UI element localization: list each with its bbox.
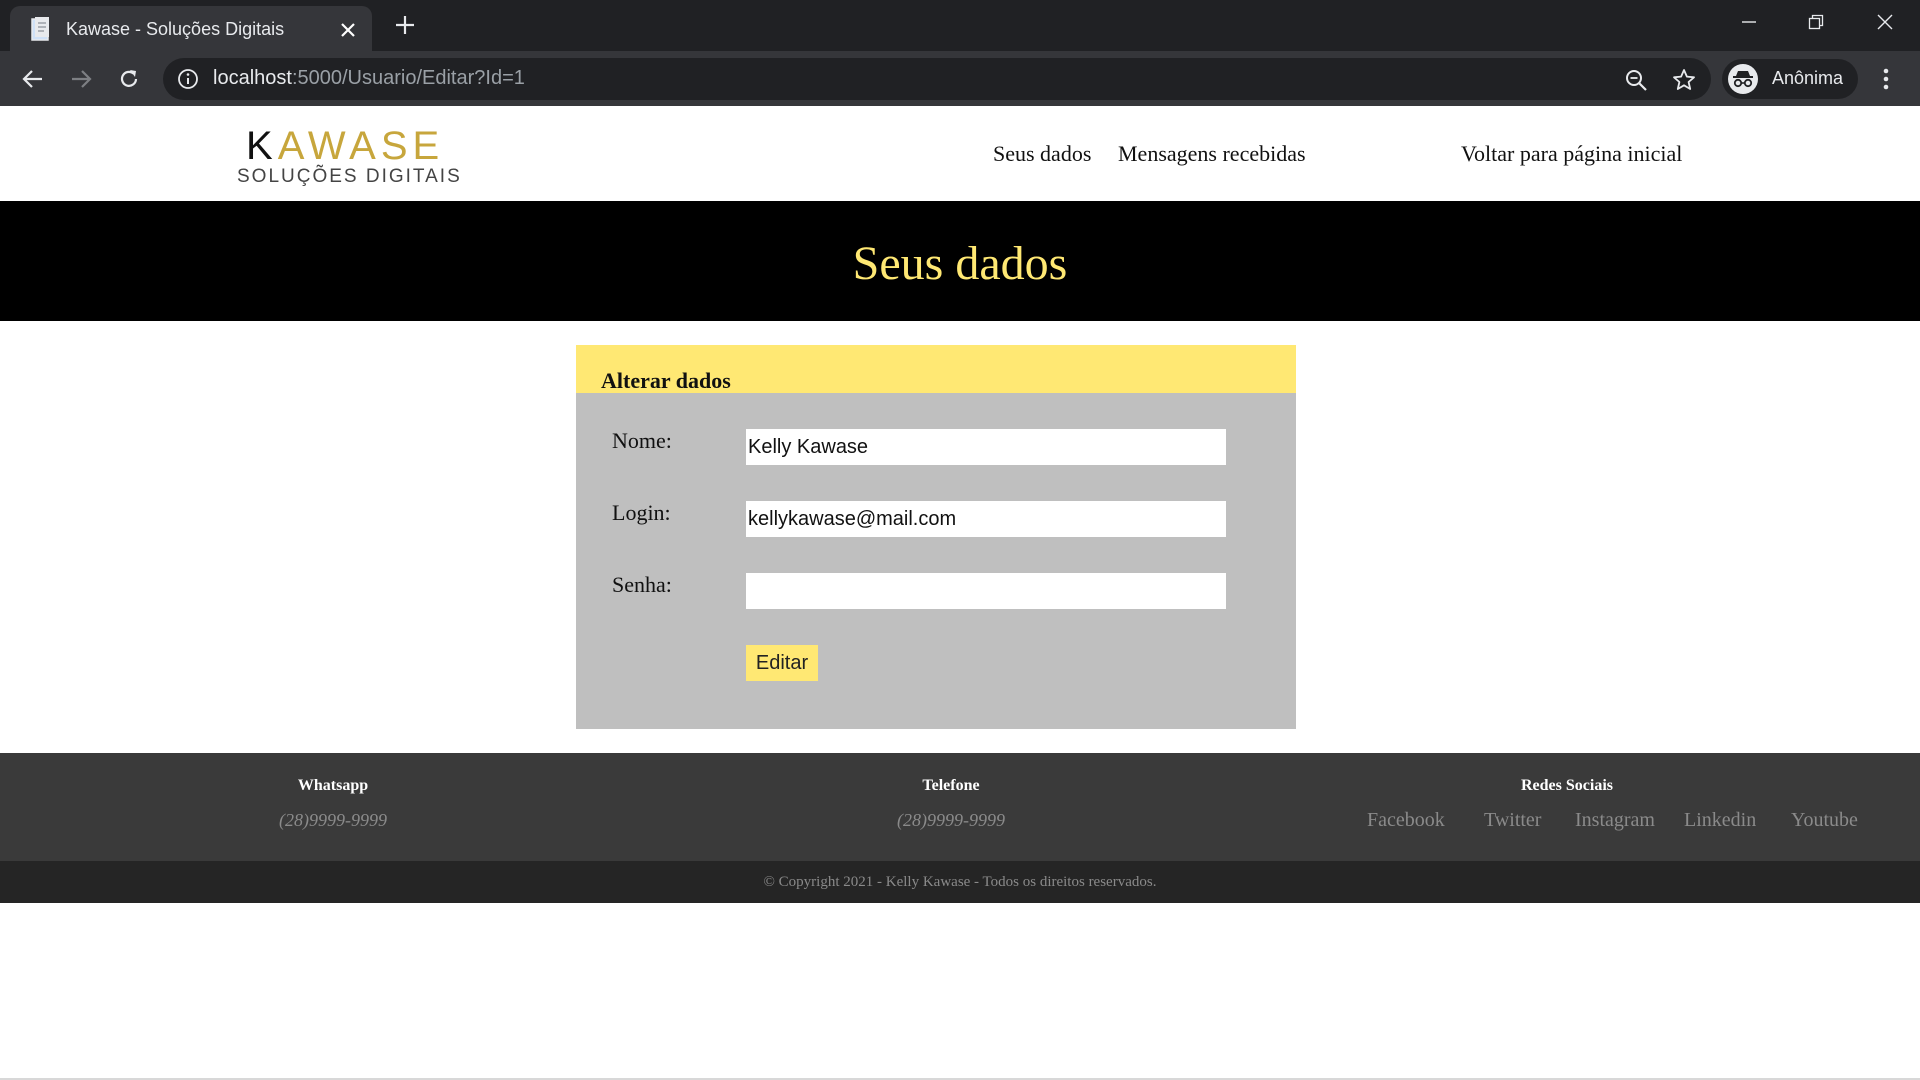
plus-icon[interactable] — [392, 12, 418, 38]
browser-tab[interactable]: Kawase - Soluções Digitais — [10, 6, 372, 51]
social-link-facebook[interactable]: Facebook — [1367, 809, 1445, 832]
social-link-twitter[interactable]: Twitter — [1484, 809, 1541, 832]
senha-label: Senha: — [612, 572, 672, 597]
telefone-number: (28)9999-9999 — [897, 810, 1005, 830]
incognito-icon — [1728, 64, 1758, 94]
reload-icon[interactable] — [111, 61, 147, 97]
nav-seus-dados[interactable]: Seus dados — [993, 141, 1091, 167]
restore-icon[interactable] — [1781, 0, 1851, 44]
nav-voltar-pagina-inicial[interactable]: Voltar para página inicial — [1461, 141, 1682, 167]
site-header: KAWASE SOLUÇÕES DIGITAIS Seus dados Mens… — [0, 106, 1920, 201]
hero-banner: Seus dados — [0, 201, 1920, 321]
url-host: localhost — [213, 67, 292, 89]
star-icon[interactable] — [1671, 67, 1697, 93]
zoom-icon[interactable] — [1623, 67, 1649, 93]
redes-sociais-heading: Redes Sociais — [1521, 777, 1613, 794]
document-icon — [30, 16, 52, 42]
nome-label: Nome: — [612, 428, 672, 453]
address-bar[interactable]: localhost:5000/Usuario/Editar?Id=1 — [163, 58, 1711, 100]
logo-subtitle: SOLUÇÕES DIGITAIS — [237, 166, 462, 187]
editar-button[interactable]: Editar — [746, 645, 818, 681]
forward-arrow-icon[interactable] — [63, 61, 99, 97]
nav-mensagens-recebidas[interactable]: Mensagens recebidas — [1118, 141, 1306, 167]
minimize-icon[interactable] — [1714, 0, 1784, 44]
profile-label: Anônima — [1772, 68, 1844, 88]
whatsapp-number: (28)9999-9999 — [279, 810, 387, 830]
kebab-menu-icon[interactable] — [1874, 63, 1898, 95]
telefone-heading: Telefone — [922, 777, 980, 794]
browser-tabstrip: Kawase - Soluções Digitais — [0, 0, 1920, 51]
logo-wordmark: KAWASE — [246, 124, 444, 168]
login-label: Login: — [612, 500, 671, 525]
tab-title: Kawase - Soluções Digitais — [66, 19, 285, 39]
logo-rest: AWASE — [277, 124, 445, 168]
social-link-linkedin[interactable]: Linkedin — [1684, 809, 1756, 832]
card-title: Alterar dados — [601, 368, 731, 393]
social-link-instagram[interactable]: Instagram — [1575, 809, 1655, 832]
url-path: :5000/Usuario/Editar?Id=1 — [291, 67, 525, 89]
info-icon[interactable] — [177, 68, 199, 90]
senha-field[interactable] — [746, 573, 1226, 609]
copyright-bar: © Copyright 2021 - Kelly Kawase - Todos … — [0, 861, 1920, 903]
profile-button[interactable]: Anônima — [1722, 59, 1858, 99]
browser-toolbar: localhost:5000/Usuario/Editar?Id=1 Anôni… — [0, 51, 1920, 106]
url-text[interactable]: localhost:5000/Usuario/Editar?Id=1 — [213, 67, 525, 90]
footer: Whatsapp (28)9999-9999 Telefone (28)9999… — [0, 753, 1920, 861]
logo[interactable]: KAWASE SOLUÇÕES DIGITAIS — [234, 124, 460, 188]
page-title: Seus dados — [852, 236, 1068, 290]
whatsapp-heading: Whatsapp — [297, 777, 369, 794]
window-close-icon[interactable] — [1850, 0, 1920, 44]
close-icon[interactable] — [336, 18, 360, 42]
logo-k: K — [246, 124, 278, 168]
login-field[interactable] — [746, 501, 1226, 537]
copyright-text: © Copyright 2021 - Kelly Kawase - Todos … — [763, 873, 1157, 890]
back-arrow-icon[interactable] — [15, 61, 51, 97]
social-link-youtube[interactable]: Youtube — [1791, 809, 1858, 832]
card-header: Alterar dados — [576, 345, 1296, 393]
nome-field[interactable] — [746, 429, 1226, 465]
edit-form-card: Alterar dados Nome: Login: Senha: Editar — [576, 345, 1296, 729]
